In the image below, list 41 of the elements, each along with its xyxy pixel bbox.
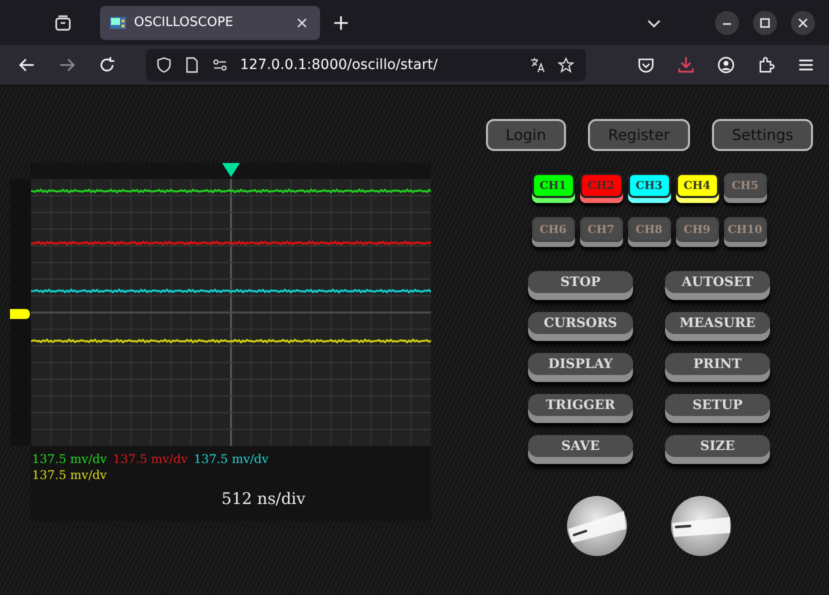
close-icon[interactable] <box>791 10 815 34</box>
reload-icon[interactable] <box>98 56 116 74</box>
function-button[interactable]: STOP <box>528 271 633 293</box>
volts-per-division-label: 137.5 mv/dv <box>194 451 269 467</box>
function-button[interactable]: PRINT <box>665 353 770 375</box>
function-button[interactable]: TRIGGER <box>528 394 633 416</box>
page-icon <box>184 57 200 73</box>
oscilloscope-favicon-icon <box>110 16 126 28</box>
function-button[interactable]: SETUP <box>665 394 770 416</box>
back-arrow-icon[interactable] <box>18 56 36 74</box>
extensions-icon[interactable] <box>757 56 775 74</box>
browser-tab[interactable]: OSCILLOSCOPE <box>100 6 320 40</box>
function-button[interactable]: MEASURE <box>665 312 770 334</box>
address-bar[interactable]: 127.0.0.1:8000/oscillo/start/ <box>146 49 586 81</box>
function-button[interactable]: SAVE <box>528 435 633 457</box>
function-button[interactable]: AUTOSET <box>665 271 770 293</box>
knob-drawing[interactable] <box>670 495 732 557</box>
timebase-label: 512 ns/div <box>222 489 306 508</box>
tab-overview-icon[interactable] <box>54 14 72 32</box>
function-button[interactable]: CURSORS <box>528 312 633 334</box>
function-button[interactable]: DISPLAY <box>528 353 633 375</box>
tab-title: OSCILLOSCOPE <box>134 15 234 30</box>
maximize-icon[interactable] <box>753 10 777 34</box>
forward-arrow-icon[interactable] <box>58 56 76 74</box>
volts-per-division-label: 137.5 mv/dv <box>32 467 107 483</box>
download-icon[interactable] <box>677 56 695 74</box>
new-tab-icon[interactable] <box>332 14 350 32</box>
url-text: 127.0.0.1:8000/oscillo/start/ <box>240 57 438 73</box>
permissions-icon[interactable] <box>212 57 228 73</box>
shield-icon[interactable] <box>156 57 172 73</box>
translate-icon[interactable] <box>530 57 546 73</box>
knob-drawing[interactable] <box>566 495 628 557</box>
ground-marker-icon[interactable] <box>10 309 30 319</box>
volts-per-division-label: 137.5 mv/dv <box>32 451 107 467</box>
star-icon[interactable] <box>558 57 574 73</box>
function-button[interactable]: SIZE <box>665 435 770 457</box>
pocket-icon[interactable] <box>637 56 655 74</box>
trigger-marker-icon[interactable] <box>222 163 240 177</box>
volts-per-division-label: 137.5 mv/dv <box>112 451 188 467</box>
account-icon[interactable] <box>717 56 735 74</box>
minimize-icon[interactable] <box>715 10 739 34</box>
